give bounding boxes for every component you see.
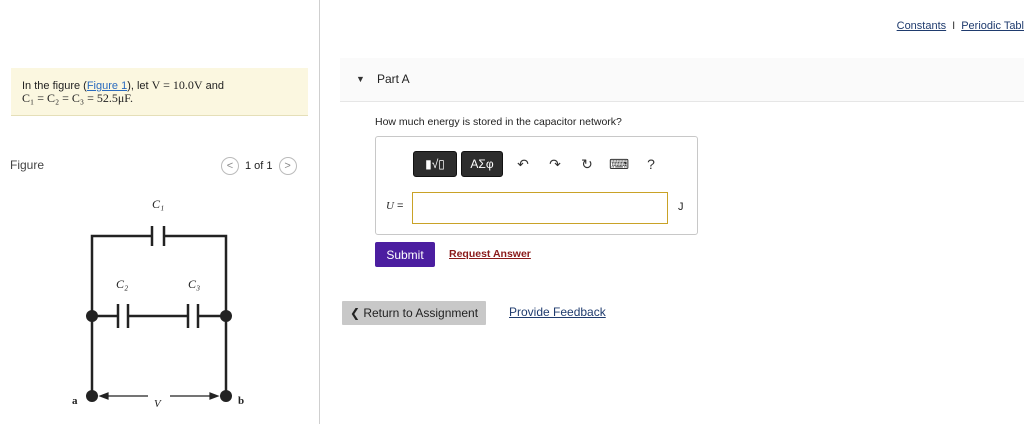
left-panel: In the figure (Figure 1), let V = 10.0V … xyxy=(0,0,320,424)
b-label: b xyxy=(238,395,244,407)
right-panel: Constants I Periodic Tabl ▼ Part A How muc… xyxy=(320,0,1024,424)
node-left xyxy=(86,310,98,322)
c1-label: C₁ xyxy=(152,197,164,211)
prev-figure-button[interactable]: < xyxy=(221,157,239,175)
pager-text: 1 of 1 xyxy=(245,160,273,172)
page: In the figure (Figure 1), let V = 10.0V … xyxy=(0,0,1024,424)
c3-label: C₃ xyxy=(188,277,200,291)
wire-top-right xyxy=(164,234,228,316)
v-label: V xyxy=(154,398,162,410)
answer-label: U = xyxy=(386,200,403,212)
node-right xyxy=(220,310,232,322)
template-button[interactable]: ▮√▯ xyxy=(413,151,457,177)
problem-and: and xyxy=(202,80,224,92)
wire-top-left xyxy=(90,234,152,316)
question-text: How much energy is stored in the capacit… xyxy=(375,116,622,128)
collapse-triangle-icon[interactable]: ▼ xyxy=(356,74,365,84)
answer-equals: = xyxy=(393,200,404,212)
capacitance-value: C₁ = C₂ = C₃ = 52.5μF. xyxy=(22,91,134,105)
answer-variable: U xyxy=(386,200,394,212)
terminal-b xyxy=(220,390,232,402)
v-arrow-left-head xyxy=(98,392,109,400)
figure-label: Figure xyxy=(10,158,45,172)
voltage-value: V = 10.0V xyxy=(151,78,203,92)
link-separator: I xyxy=(952,20,956,32)
terminal-a xyxy=(86,390,98,402)
math-toolbar: ▮√▯ ΑΣφ ↶ ↷ ↻ ⌨ ? xyxy=(413,151,667,177)
v-arrow-right-head xyxy=(209,392,220,400)
redo-icon[interactable]: ↷ xyxy=(539,151,571,177)
next-figure-button[interactable]: > xyxy=(278,157,297,175)
return-to-assignment-button[interactable]: ❮ Return to Assignment xyxy=(342,301,486,325)
problem-statement: In the figure (Figure 1), let V = 10.0V … xyxy=(11,68,308,116)
part-title: Part A xyxy=(377,72,410,86)
answer-box: ▮√▯ ΑΣφ ↶ ↷ ↻ ⌨ ? U = J xyxy=(375,136,698,235)
answer-input[interactable] xyxy=(412,192,668,224)
constants-link[interactable]: Constants xyxy=(897,20,947,32)
submit-button[interactable]: Submit xyxy=(375,242,435,267)
a-label: a xyxy=(72,395,78,407)
answer-unit: J xyxy=(678,201,684,213)
greek-symbols-button[interactable]: ΑΣφ xyxy=(461,151,503,177)
help-icon[interactable]: ? xyxy=(635,151,667,177)
periodic-table-link[interactable]: Periodic Tabl xyxy=(961,20,1024,32)
provide-feedback-link[interactable]: Provide Feedback xyxy=(509,305,606,319)
figure-pager: < 1 of 1 > xyxy=(221,156,297,176)
top-links: Constants I Periodic Tabl xyxy=(897,20,1024,32)
undo-icon[interactable]: ↶ xyxy=(507,151,539,177)
c2-label: C₂ xyxy=(116,277,128,291)
part-a-header[interactable]: ▼ Part A xyxy=(340,58,1024,102)
reset-icon[interactable]: ↻ xyxy=(571,151,603,177)
circuit-diagram: C₁ C₂ C₃ V a b xyxy=(72,197,244,410)
request-answer-link[interactable]: Request Answer xyxy=(449,248,531,260)
keyboard-icon[interactable]: ⌨ xyxy=(603,151,635,177)
